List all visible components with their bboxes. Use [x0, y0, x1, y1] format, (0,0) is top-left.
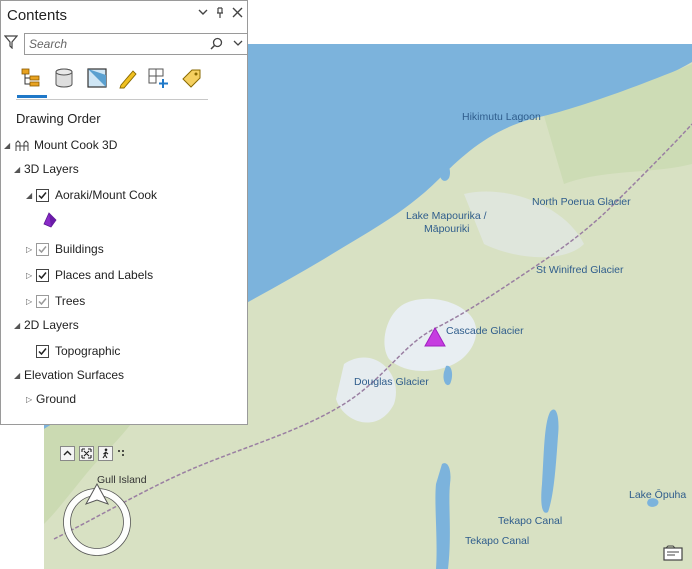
pin-icon[interactable]: [215, 7, 225, 19]
chevron-up-icon: [63, 450, 72, 456]
contents-pane: Contents Search Drawing Order ◢ Mount Co…: [0, 0, 248, 425]
collapse-triangle-icon[interactable]: ◢: [14, 321, 24, 330]
tree-row-buildings[interactable]: ▷ Buildings: [26, 239, 104, 259]
map-label: Lake Mapourika /: [406, 210, 487, 222]
tree-row-elevation[interactable]: ◢ Elevation Surfaces: [14, 365, 124, 385]
visibility-checkbox[interactable]: [36, 268, 49, 282]
expand-triangle-icon[interactable]: ▷: [26, 395, 36, 404]
tree-row-2d-layers[interactable]: ◢ 2D Layers: [14, 315, 79, 335]
check-icon: [38, 297, 47, 305]
layer-label: Ground: [36, 392, 77, 406]
check-icon: [38, 191, 47, 199]
map-label: Douglas Glacier: [354, 376, 429, 388]
list-by-data-source-button[interactable]: [52, 65, 76, 91]
tree-row-places[interactable]: ▷ Places and Labels: [26, 265, 153, 285]
chevron-down-icon[interactable]: [233, 39, 243, 47]
map-label: Lake Ōpuha: [629, 489, 687, 501]
map-label: Hikimutu Lagoon: [462, 111, 541, 123]
search-icon[interactable]: [210, 37, 223, 50]
check-icon: [38, 271, 47, 279]
navigator-toolbar: [60, 446, 127, 461]
list-by-drawing-order-button[interactable]: [17, 65, 47, 98]
drawing-order-heading: Drawing Order: [16, 111, 101, 126]
full-extent-button[interactable]: [79, 446, 94, 461]
collapse-triangle-icon[interactable]: ◢: [14, 165, 24, 174]
layer-label: Places and Labels: [55, 268, 154, 282]
map-label: Tekapo Canal: [465, 535, 530, 547]
first-person-button[interactable]: [98, 446, 113, 461]
list-by-selection-icon: [87, 68, 107, 88]
list-by-labeling-button[interactable]: [179, 65, 203, 91]
aoraki-marker-icon[interactable]: [423, 326, 447, 348]
expand-triangle-icon[interactable]: ▷: [26, 271, 36, 280]
list-by-selection-button[interactable]: [85, 65, 109, 91]
tree-row-3d-layers[interactable]: ◢ 3D Layers: [14, 159, 79, 179]
walk-icon: [102, 448, 109, 459]
tree-row-ground[interactable]: ▷ Ground: [26, 389, 76, 409]
map-label: Cascade Glacier: [446, 325, 524, 337]
collapse-triangle-icon[interactable]: ◢: [4, 141, 14, 150]
layer-symbol-icon[interactable]: [42, 212, 58, 228]
scene-name: Mount Cook 3D: [34, 138, 118, 152]
expand-triangle-icon[interactable]: ▷: [26, 245, 36, 254]
list-by-drawing-order-icon: [21, 68, 40, 87]
visibility-checkbox[interactable]: [36, 294, 49, 308]
map-label: Māpouriki: [424, 223, 470, 235]
search-box: [24, 33, 248, 55]
tree-row-aoraki[interactable]: ◢ Aoraki/Mount Cook: [26, 185, 157, 205]
layer-label: Trees: [55, 294, 86, 308]
collapse-triangle-icon[interactable]: ◢: [26, 191, 36, 200]
check-icon: [38, 245, 47, 253]
group-label: Elevation Surfaces: [24, 368, 125, 382]
check-icon: [38, 347, 47, 355]
collapse-navigator-button[interactable]: [60, 446, 75, 461]
pane-title: Contents: [7, 7, 68, 24]
close-icon[interactable]: [232, 7, 243, 18]
scene-icon: [15, 140, 29, 151]
list-by-editing-icon: [119, 70, 137, 89]
group-label: 2D Layers: [24, 318, 79, 332]
tree-row-scene[interactable]: ◢ Mount Cook 3D: [4, 135, 117, 155]
list-by-labeling-icon: [182, 69, 201, 88]
filter-icon[interactable]: [4, 35, 18, 49]
layer-label: Aoraki/Mount Cook: [55, 188, 158, 202]
lake-pukaki: [435, 463, 451, 569]
tree-row-topographic[interactable]: Topographic: [36, 341, 120, 361]
chevron-down-icon[interactable]: [198, 7, 208, 17]
list-by-data-source-icon: [55, 68, 73, 88]
collapse-triangle-icon[interactable]: ◢: [14, 371, 24, 380]
map-label: Tekapo Canal: [498, 515, 563, 527]
layer-label: Buildings: [55, 242, 104, 256]
map-overview-icon[interactable]: [663, 545, 683, 562]
list-by-editing-button[interactable]: [116, 65, 140, 91]
group-label: 3D Layers: [24, 162, 79, 176]
expand-triangle-icon[interactable]: ▷: [26, 297, 36, 306]
list-by-snapping-icon: [148, 68, 168, 88]
visibility-checkbox[interactable]: [36, 188, 49, 202]
visibility-checkbox[interactable]: [36, 344, 49, 358]
map-label: St Winifred Glacier: [536, 264, 624, 276]
map-label: North Poerua Glacier: [532, 196, 631, 208]
dots-icon[interactable]: [117, 449, 127, 459]
navigator-compass-icon[interactable]: [60, 482, 134, 556]
search-input[interactable]: [29, 36, 199, 52]
full-extent-icon: [81, 448, 92, 459]
list-view-toolbar: [16, 63, 208, 100]
visibility-checkbox[interactable]: [36, 242, 49, 256]
list-by-snapping-button[interactable]: [147, 65, 171, 91]
layer-label: Topographic: [55, 344, 121, 358]
tree-row-trees[interactable]: ▷ Trees: [26, 291, 85, 311]
pane-controls: [198, 7, 243, 19]
